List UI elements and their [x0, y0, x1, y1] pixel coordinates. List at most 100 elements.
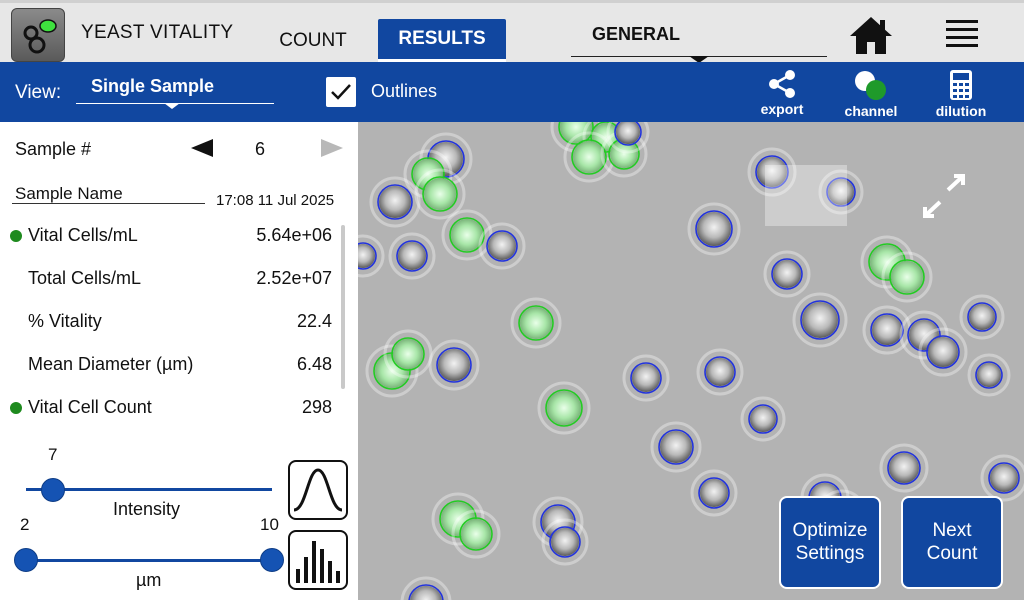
optimize-settings-button[interactable]: Optimize Settings	[779, 496, 881, 589]
view-label: View:	[15, 82, 62, 103]
view-dropdown[interactable]: Single Sample	[76, 74, 274, 109]
bell-curve-icon	[293, 468, 343, 512]
microscope-image[interactable]: Optimize Settings Next Count	[358, 122, 1024, 600]
metric-value: 22.4	[296, 311, 332, 331]
vital-cell	[573, 141, 605, 173]
tab-count[interactable]: COUNT	[268, 19, 358, 63]
nonvital-cell	[438, 349, 470, 381]
next-count-button[interactable]: Next Count	[901, 496, 1003, 589]
nonvital-cell	[616, 122, 640, 144]
metric-row-vital-cells-per-ml: Vital Cells/mL 5.64e+06	[0, 223, 340, 247]
nonvital-cell	[928, 337, 958, 367]
nonvital-cell	[872, 315, 902, 345]
metric-row-total-cells-per-ml: Total Cells/mL 2.52e+07	[0, 266, 340, 290]
metrics-scrollbar[interactable]	[341, 225, 345, 389]
vital-cell	[461, 519, 491, 549]
sample-number-label: Sample #	[15, 139, 92, 159]
nonvital-cell	[889, 453, 919, 483]
vital-dot-icon	[10, 230, 22, 242]
intensity-slider-thumb[interactable]	[41, 478, 65, 502]
tab-results[interactable]: RESULTS	[378, 19, 506, 63]
nonvital-cell	[750, 406, 776, 432]
nonvital-cell	[398, 242, 426, 270]
top-bar: YEAST VITALITY COUNT RESULTS GENERAL	[0, 0, 1024, 63]
expand-icon[interactable]	[918, 172, 970, 220]
metric-value: 6.48	[296, 354, 332, 374]
vital-cell	[424, 178, 456, 210]
profile-selected: GENERAL	[592, 24, 681, 44]
next-count-label: Next Count	[926, 519, 978, 564]
nonvital-cell	[379, 186, 411, 218]
nonvital-cell	[700, 479, 728, 507]
view-selected: Single Sample	[91, 76, 215, 96]
nonvital-cell	[551, 528, 579, 556]
sample-name-field[interactable]: Sample Name	[12, 184, 205, 204]
histogram-icon	[296, 541, 340, 583]
metric-label: Vital Cell Count	[28, 397, 152, 417]
metric-row-percent-vitality: % Vitality 22.4	[0, 309, 340, 333]
channel-button[interactable]: channel	[833, 66, 909, 120]
yeast-app-icon[interactable]	[11, 8, 65, 62]
size-slider-track[interactable]	[20, 559, 280, 562]
home-icon[interactable]	[846, 12, 896, 58]
intensity-value: 7	[48, 445, 58, 464]
histogram-button[interactable]	[288, 530, 348, 590]
nonvital-cell	[802, 302, 838, 338]
nonvital-cell	[660, 431, 692, 463]
app-title: YEAST VITALITY	[81, 22, 234, 43]
metric-label: Mean Diameter (µm)	[28, 354, 194, 374]
nonvital-cell	[977, 363, 1001, 387]
optimize-settings-label: Optimize Settings	[792, 519, 868, 564]
next-sample-arrow-icon[interactable]	[321, 139, 343, 157]
vital-cell	[891, 261, 923, 293]
nonvital-cell	[632, 364, 660, 392]
checkmark-icon	[331, 84, 351, 100]
channel-label: channel	[844, 103, 898, 119]
nonvital-cell	[410, 586, 442, 600]
outlines-label: Outlines	[371, 81, 438, 101]
calculator-icon	[950, 70, 972, 100]
prev-sample-arrow-icon[interactable]	[191, 139, 213, 157]
nonvital-cell	[697, 212, 731, 246]
vital-dot-icon	[10, 402, 22, 414]
outlines-checkbox[interactable]	[326, 77, 356, 107]
metric-label: % Vitality	[28, 311, 102, 331]
share-icon	[769, 70, 795, 98]
size-slider-min-thumb[interactable]	[14, 548, 38, 572]
vital-cell	[547, 391, 581, 425]
intensity-caption: Intensity	[113, 499, 181, 519]
dilution-button[interactable]: dilution	[923, 66, 999, 120]
results-panel: Sample # 6 Sample Name 17:08 11 Jul 2025…	[0, 122, 358, 600]
size-max-value: 10	[260, 515, 279, 534]
nonvital-cell	[990, 464, 1018, 492]
export-button[interactable]: export	[744, 66, 820, 120]
size-caption: µm	[136, 570, 162, 590]
nonvital-cell	[773, 260, 801, 288]
nonvital-cell	[969, 304, 995, 330]
metric-label: Vital Cells/mL	[28, 225, 138, 245]
metric-row-mean-diameter: Mean Diameter (µm) 6.48	[0, 352, 340, 376]
metric-value: 2.52e+07	[256, 268, 332, 288]
vital-cell	[393, 339, 423, 369]
peak-curve-button[interactable]	[288, 460, 348, 520]
export-label: export	[760, 101, 804, 117]
dilution-label: dilution	[935, 103, 987, 119]
sample-number: 6	[255, 139, 266, 159]
channel-icon	[855, 71, 886, 100]
metric-value: 298	[301, 397, 332, 417]
metric-value: 5.64e+06	[256, 225, 332, 245]
vital-cell	[520, 307, 552, 339]
profile-dropdown[interactable]: GENERAL	[571, 17, 827, 63]
metric-row-vital-cell-count: Vital Cell Count 298	[0, 395, 340, 419]
nonvital-cell	[706, 358, 734, 386]
vital-cell	[451, 219, 483, 251]
metric-label: Total Cells/mL	[28, 268, 142, 288]
size-min-value: 2	[20, 515, 30, 534]
nonvital-cell	[488, 232, 516, 260]
hamburger-menu-icon[interactable]	[940, 16, 984, 54]
view-toolbar: View: Single Sample Outlines export chan…	[0, 62, 1024, 122]
sample-timestamp: 17:08 11 Jul 2025	[216, 192, 335, 209]
size-slider-max-thumb[interactable]	[260, 548, 284, 572]
chevron-down-icon	[164, 103, 180, 109]
zoom-region[interactable]	[765, 165, 847, 226]
